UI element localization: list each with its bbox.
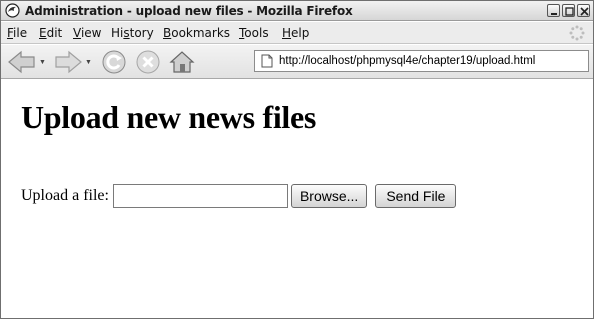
reload-icon[interactable]: [101, 50, 127, 74]
maximize-button[interactable]: [562, 4, 575, 17]
close-button[interactable]: [577, 4, 590, 17]
window-controls: [547, 4, 590, 17]
minimize-icon: [551, 13, 557, 15]
menu-tools[interactable]: Tools: [239, 26, 269, 40]
menu-edit-mnemonic: E: [39, 26, 47, 40]
navigation-toolbar: ▼ ▼ http://localhost/phpmysql4e/chapter1…: [1, 45, 593, 79]
stop-icon[interactable]: [135, 50, 161, 74]
upload-label: Upload a file:: [21, 187, 109, 204]
title-bar: Administration - upload new files - Mozi…: [1, 1, 593, 21]
menu-bookmarks-mnemonic: B: [163, 26, 172, 40]
menu-file[interactable]: File: [7, 26, 27, 40]
menu-history-label: tory: [129, 26, 154, 40]
window-title: Administration - upload new files - Mozi…: [25, 4, 353, 18]
menu-tools-label: ools: [244, 26, 269, 40]
menu-view-mnemonic: V: [73, 26, 81, 40]
browse-button[interactable]: Browse...: [290, 184, 368, 208]
menu-history-prefix: Hi: [111, 26, 124, 40]
home-icon[interactable]: [169, 50, 195, 74]
menu-edit-label: dit: [46, 26, 63, 40]
close-icon: [580, 7, 589, 16]
browser-window: Administration - upload new files - Mozi…: [0, 0, 594, 319]
menu-history[interactable]: History: [111, 26, 154, 40]
menu-bookmarks[interactable]: Bookmarks: [163, 26, 230, 40]
back-history-dropdown-icon[interactable]: ▼: [39, 59, 46, 66]
file-path-input[interactable]: [112, 184, 288, 208]
menu-view-label: iew: [80, 26, 102, 40]
upload-form: Upload a file: Browse... Send File: [21, 183, 457, 209]
back-icon[interactable]: [7, 50, 37, 74]
forward-history-dropdown-icon[interactable]: ▼: [85, 59, 92, 66]
menu-view[interactable]: View: [73, 26, 101, 40]
url-bar[interactable]: http://localhost/phpmysql4e/chapter19/up…: [254, 50, 589, 72]
menu-help-label: elp: [291, 26, 310, 40]
page-heading: Upload new news files: [21, 99, 317, 135]
menu-help-mnemonic: H: [282, 26, 292, 40]
send-file-button[interactable]: Send File: [375, 184, 457, 208]
menu-bookmarks-label: ookmarks: [171, 26, 231, 40]
page-content: Upload new news files Upload a file: Bro…: [1, 80, 593, 318]
throbber-icon: [569, 25, 585, 41]
menu-file-label: ile: [13, 26, 28, 40]
maximize-icon: [565, 7, 574, 16]
menu-bar: File Edit View History Bookmarks Tools H…: [1, 22, 593, 44]
menu-edit[interactable]: Edit: [39, 26, 62, 40]
firefox-icon: [5, 3, 20, 18]
minimize-button[interactable]: [547, 4, 560, 17]
forward-icon[interactable]: [53, 50, 83, 74]
url-text: http://localhost/phpmysql4e/chapter19/up…: [279, 55, 536, 67]
menu-help[interactable]: Help: [282, 26, 309, 40]
page-icon: [261, 54, 273, 68]
